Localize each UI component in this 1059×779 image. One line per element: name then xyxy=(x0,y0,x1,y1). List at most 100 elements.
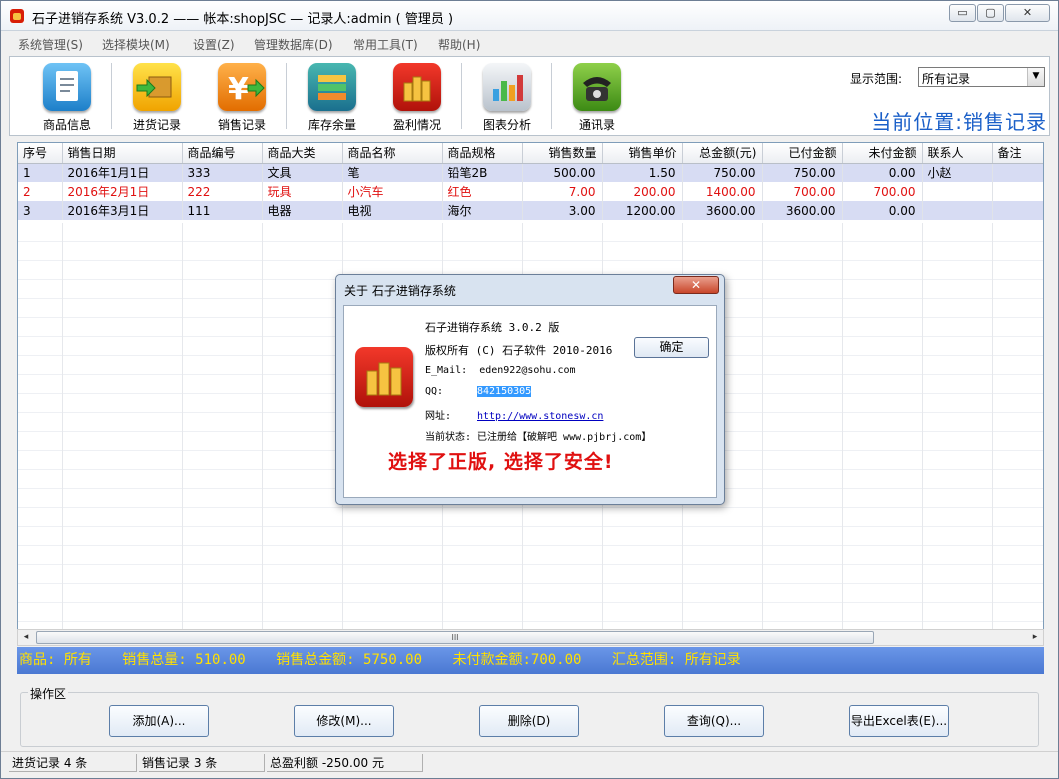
table-cell: 2 xyxy=(18,182,63,201)
scroll-left-icon[interactable]: ◂ xyxy=(19,631,33,644)
delete-button[interactable]: 删除(D) xyxy=(479,705,579,737)
col-header[interactable]: 联系人 xyxy=(922,143,993,164)
edit-button[interactable]: 修改(M)... xyxy=(294,705,394,737)
table-row[interactable]: 3 2016年3月1日 111 电器 电视 海尔 3.00 1200.00 36… xyxy=(18,201,1043,220)
tool-stock[interactable]: 库存余量 xyxy=(295,61,369,133)
web-label: 网址: xyxy=(425,411,452,422)
query-button[interactable]: 查询(Q)... xyxy=(664,705,764,737)
close-button[interactable]: ✕ xyxy=(1005,4,1050,22)
table-cell: 1 xyxy=(18,163,63,182)
dialog-close-button[interactable]: ✕ xyxy=(673,276,719,294)
menu-module[interactable]: 选择模块(M) xyxy=(102,36,170,53)
website-link[interactable]: http://www.stonesw.cn xyxy=(477,411,603,422)
scrollbar-thumb[interactable]: III xyxy=(36,631,874,644)
menu-settings[interactable]: 设置(Z) xyxy=(193,36,235,53)
dialog-email-row: E_Mail: eden922@sohu.com xyxy=(425,365,576,376)
table-cell: 3 xyxy=(18,201,63,220)
table-cell: 3600.00 xyxy=(762,201,843,220)
tool-sales-records[interactable]: ¥ 销售记录 xyxy=(205,61,279,133)
col-header[interactable]: 商品大类 xyxy=(262,143,343,164)
toolbar-separator xyxy=(551,63,552,129)
col-header[interactable]: 已付金额 xyxy=(762,143,843,164)
table-cell: 1200.00 xyxy=(602,201,683,220)
range-select[interactable]: 所有记录 ▼ xyxy=(918,67,1045,87)
table-cell: 500.00 xyxy=(522,163,603,182)
table-cell: 750.00 xyxy=(682,163,763,182)
menu-system[interactable]: 系统管理(S) xyxy=(18,36,83,53)
table-cell: 海尔 xyxy=(442,201,523,220)
col-header[interactable]: 商品编号 xyxy=(182,143,263,164)
menu-tools[interactable]: 常用工具(T) xyxy=(353,36,418,53)
grid-line xyxy=(922,223,923,629)
ok-button[interactable]: 确定 xyxy=(634,337,709,358)
table-cell: 222 xyxy=(182,182,263,201)
scroll-right-icon[interactable]: ▸ xyxy=(1028,631,1042,644)
summary-bar: 商品: 所有 销售总量: 510.00 销售总金额: 5750.00 未付款金额… xyxy=(17,647,1044,674)
grid-line xyxy=(262,223,263,629)
qq-value[interactable]: 842150305 xyxy=(477,386,532,397)
col-header[interactable]: 未付金额 xyxy=(842,143,923,164)
dialog-web-row: 网址: http://www.stonesw.cn xyxy=(425,407,603,422)
tool-label: 盈利情况 xyxy=(392,118,441,132)
table-row[interactable]: 1 2016年1月1日 333 文具 笔 铅笔2B 500.00 1.50 75… xyxy=(18,163,1043,182)
table-cell: 2016年3月1日 xyxy=(62,201,183,220)
dialog-copyright: 版权所有 (C) 石子软件 2010-2016 xyxy=(425,344,613,357)
menu-database[interactable]: 管理数据库(D) xyxy=(254,36,333,53)
table-cell: 200.00 xyxy=(602,182,683,201)
table-cell: 铅笔2B xyxy=(442,163,523,182)
current-location: 当前位置:销售记录 xyxy=(871,110,1047,134)
toolbar-separator xyxy=(461,63,462,129)
tool-profit[interactable]: 盈利情况 xyxy=(380,61,454,133)
tool-contacts[interactable]: 通讯录 xyxy=(560,61,634,133)
grid-line xyxy=(62,223,63,629)
summary-amount: 销售总金额: 5750.00 xyxy=(276,652,423,668)
col-header[interactable]: 销售单价 xyxy=(602,143,683,164)
summary-qty: 销售总量: 510.00 xyxy=(122,652,246,668)
tool-label: 销售记录 xyxy=(217,118,266,132)
add-button[interactable]: 添加(A)... xyxy=(109,705,209,737)
table-cell: 红色 xyxy=(442,182,523,201)
chevron-down-icon[interactable]: ▼ xyxy=(1027,68,1044,86)
col-header[interactable]: 销售日期 xyxy=(62,143,183,164)
tool-label: 通讯录 xyxy=(578,118,615,132)
title-bar: 石子进销存系统 V3.0.2 —— 帐本:shopJSC — 记录人:admin… xyxy=(1,1,1058,31)
about-dialog: 关于 石子进销存系统 ✕ 石子进销存系统 3.0.2 版 版权所有 (C) 石子… xyxy=(335,274,725,505)
tool-chart-analysis[interactable]: 图表分析 xyxy=(470,61,544,133)
table-cell: 750.00 xyxy=(762,163,843,182)
table-cell xyxy=(992,201,1043,220)
tool-goods-info[interactable]: 商品信息 xyxy=(30,61,104,133)
stock-books-icon xyxy=(308,63,356,111)
dialog-qq-row: QQ: 842150305 xyxy=(425,386,532,397)
coins-icon xyxy=(393,63,441,111)
menu-bar: 系统管理(S) 选择模块(M) 设置(Z) 管理数据库(D) 常用工具(T) 帮… xyxy=(1,32,1058,54)
horizontal-scrollbar[interactable]: ◂ III ▸ xyxy=(17,629,1044,646)
qq-label: QQ: xyxy=(425,386,444,397)
maximize-button[interactable]: ▢ xyxy=(977,4,1004,22)
dialog-version: 石子进销存系统 3.0.2 版 xyxy=(425,321,560,334)
email-value: eden922@sohu.com xyxy=(479,365,576,376)
table-row[interactable]: 2 2016年2月1日 222 玩具 小汽车 红色 7.00 200.00 14… xyxy=(18,182,1043,201)
col-header[interactable]: 总金额(元) xyxy=(682,143,763,164)
toolbar-separator xyxy=(111,63,112,129)
table-cell: 小汽车 xyxy=(342,182,443,201)
svg-text:¥: ¥ xyxy=(228,72,249,107)
col-header[interactable]: 商品规格 xyxy=(442,143,523,164)
table-cell: 2016年2月1日 xyxy=(62,182,183,201)
app-logo-icon xyxy=(10,9,24,23)
table-cell: 2016年1月1日 xyxy=(62,163,183,182)
menu-help[interactable]: 帮助(H) xyxy=(438,36,480,53)
table-cell: 电视 xyxy=(342,201,443,220)
col-header[interactable]: 备注 xyxy=(992,143,1043,164)
minimize-button[interactable]: ▭ xyxy=(949,4,976,22)
col-header[interactable]: 商品名称 xyxy=(342,143,443,164)
export-excel-button[interactable]: 导出Excel表(E)... xyxy=(849,705,949,737)
col-header[interactable]: 销售数量 xyxy=(522,143,603,164)
status-bar: 进货记录 4 条 销售记录 3 条 总盈利额 -250.00 元 xyxy=(1,751,1058,778)
tool-purchase-records[interactable]: 进货记录 xyxy=(120,61,194,133)
table-cell: 笔 xyxy=(342,163,443,182)
table-cell: 7.00 xyxy=(522,182,603,201)
bar-chart-icon xyxy=(483,63,531,111)
status-purchase-count: 进货记录 4 条 xyxy=(9,754,137,772)
col-header[interactable]: 序号 xyxy=(18,143,63,164)
table-cell xyxy=(922,182,993,201)
